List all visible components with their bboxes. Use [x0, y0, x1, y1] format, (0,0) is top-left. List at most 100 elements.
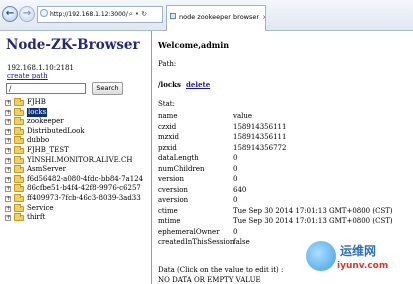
back-arrow-icon[interactable]: ←	[2, 6, 18, 22]
tree-item-label: locks	[27, 107, 48, 118]
folder-icon	[14, 193, 24, 202]
expand-icon[interactable]: +	[5, 100, 11, 106]
expand-icon[interactable]: +	[5, 186, 11, 193]
tree-item[interactable]: + f6d56482-a080-4fdc-bb84-7a124	[3, 174, 151, 185]
tree-item-label: 86cfbe51-b4f4-42f8-9976-c6257	[27, 184, 141, 193]
stat-row: aversion 0	[158, 195, 413, 206]
tree-item-label: FJHB	[27, 98, 46, 106]
main-panel: Welcome,admin Path: /locks delete Stat: …	[155, 31, 413, 284]
forward-arrow-icon[interactable]: →	[19, 6, 35, 22]
tree-item[interactable]: + FJHB	[3, 98, 151, 108]
stat-row: czxid 158914356111	[158, 122, 413, 133]
address-url: http://192.168.1.12:3000/	[50, 11, 128, 18]
stat-value: 0	[233, 154, 238, 162]
stat-row: ctime Tue Sep 30 2014 17:01:13 GMT+0800 (…	[158, 206, 413, 217]
tree-item-label: AsmServer	[27, 165, 67, 174]
tab-favicon-icon	[170, 13, 176, 19]
search-input[interactable]	[6, 83, 86, 94]
folder-icon	[14, 107, 24, 116]
stat-row: numChildren 0	[158, 164, 413, 175]
stat-value: Tue Sep 30 2014 17:01:13 GMT+0800 (CST)	[233, 217, 393, 225]
tree-item[interactable]: + thirft	[3, 213, 151, 223]
browser-page-icon	[40, 9, 48, 17]
stat-value: 0	[233, 175, 238, 183]
tree-item[interactable]: + Service	[3, 203, 151, 214]
stat-value: 0	[233, 227, 238, 236]
tree-item-label: thirft	[27, 213, 46, 222]
tree-item[interactable]: + ff409973-7fcb-46c3-8039-3ad33	[3, 193, 151, 204]
folder-icon	[14, 145, 24, 154]
data-value[interactable]: NO DATA OR EMPTY VALUE	[158, 276, 261, 284]
stat-value: 158914356111	[233, 133, 287, 141]
folder-icon	[14, 213, 24, 222]
expand-icon[interactable]: +	[5, 205, 11, 212]
tree-item[interactable]: + DistributedLook	[3, 126, 151, 137]
stat-key: name	[158, 112, 178, 120]
stat-key: version	[158, 175, 184, 183]
tree-item-label: YINSHI.MONITOR.ALIVE.CH	[27, 155, 133, 164]
folder-icon	[14, 174, 24, 183]
stat-row: cversion 640	[158, 185, 413, 196]
tree-item-label: zookeeper	[27, 117, 64, 126]
folder-icon	[14, 203, 24, 212]
stat-row: pzxid 158914356772	[158, 143, 413, 154]
expand-icon[interactable]: +	[5, 138, 11, 145]
tree-item[interactable]: +86cfbe51-b4f4-42f8-9976-c6257	[3, 184, 151, 194]
expand-icon[interactable]: +	[5, 195, 11, 202]
stat-row: name value	[158, 111, 413, 122]
folder-icon	[14, 184, 24, 193]
current-path: /locks	[158, 80, 181, 89]
expand-icon[interactable]: +	[5, 147, 11, 154]
stat-key: ctime	[158, 206, 178, 215]
folder-icon	[14, 136, 24, 145]
stat-label: Stat:	[158, 100, 175, 108]
tree-item-label: FJHB_TEST	[27, 145, 69, 154]
folder-icon	[14, 155, 24, 164]
stat-row: ephemeralOwner 0	[158, 227, 413, 238]
expand-icon[interactable]: +	[5, 128, 11, 135]
tree-item[interactable]: + zookeeper	[3, 117, 151, 127]
tree-item-label: Service	[27, 203, 54, 212]
browser-toolbar: ← → http://192.168.1.12:3000/⌕ • ↻ node …	[0, 0, 413, 31]
browser-tab[interactable]: node zookeeper browser×	[166, 5, 266, 31]
delete-link[interactable]: delete	[186, 80, 210, 89]
tree-item[interactable]: + YINSHI.MONITOR.ALIVE.CH	[3, 155, 151, 166]
stat-value: 0	[233, 196, 238, 204]
tab-title: node zookeeper browser	[179, 13, 260, 21]
tree-item-label: ff409973-7fcb-46c3-8039-3ad33	[27, 193, 141, 202]
tree-item[interactable]: + locks	[3, 107, 151, 118]
expand-icon[interactable]: +	[5, 157, 11, 164]
expand-icon[interactable]: +	[5, 176, 11, 183]
address-bar[interactable]: http://192.168.1.12:3000/⌕ • ↻	[37, 6, 163, 23]
stat-key: cversion	[158, 185, 188, 194]
stat-row: mtime Tue Sep 30 2014 17:01:13 GMT+0800 (…	[158, 216, 413, 227]
folder-icon	[14, 126, 24, 135]
folder-icon	[14, 165, 24, 174]
expand-icon[interactable]: +	[5, 109, 11, 116]
expand-icon[interactable]: +	[5, 167, 11, 174]
expand-icon[interactable]: +	[5, 119, 11, 126]
tree-item[interactable]: + AsmServer	[3, 165, 151, 175]
tree-item-label: f6d56482-a080-4fdc-bb84-7a124	[27, 174, 144, 183]
folder-icon	[14, 117, 24, 126]
stat-key: mtime	[158, 217, 181, 225]
stat-key: dataLength	[158, 154, 199, 162]
create-path-link[interactable]: create path	[7, 72, 48, 80]
tree-item[interactable]: + dubbo	[3, 136, 151, 146]
tree-item-label: DistributedLook	[27, 126, 85, 135]
app-title: Node-ZK-Browser	[6, 37, 140, 53]
expand-icon[interactable]: +	[5, 215, 11, 222]
stat-value: Tue Sep 30 2014 17:01:13 GMT+0800 (CST)	[233, 206, 393, 215]
path-label: Path:	[158, 60, 177, 68]
tree-item[interactable]: + FJHB_TEST	[3, 145, 151, 156]
stat-row: dataLength 0	[158, 153, 413, 164]
sidebar: Node-ZK-Browser 192.168.1.10:2181 create…	[0, 31, 152, 284]
stat-value: 640	[233, 185, 247, 194]
stat-key: ephemeralOwner	[158, 227, 220, 236]
search-button[interactable]: Search	[92, 82, 123, 95]
stat-key: pzxid	[158, 143, 177, 152]
address-bar-controls[interactable]: ⌕ • ↻	[129, 10, 147, 18]
stat-table: name value czxid 158914356111 mzxid 158914356…	[158, 111, 413, 248]
node-tree: + FJHB + locks + zookeeper + DistributedLook + du…	[3, 98, 151, 223]
tab-close-icon[interactable]: ×	[262, 13, 265, 21]
